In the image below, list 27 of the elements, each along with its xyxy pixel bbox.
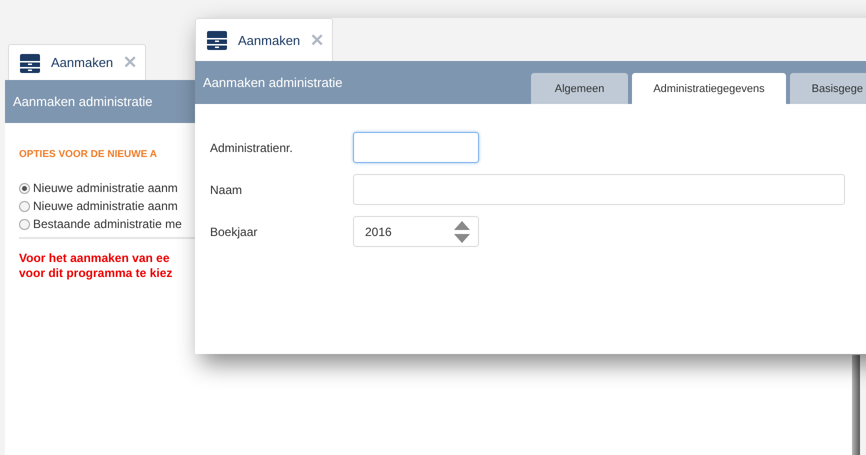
tab[interactable]: Administratiegegevens [632, 73, 786, 104]
tab[interactable]: Algemeen [530, 73, 628, 104]
cabinet-icon [206, 29, 228, 51]
document-tab[interactable]: Aanmaken ✕ [195, 18, 334, 61]
text-field[interactable] [353, 132, 479, 163]
tab-label: Aanmaken [51, 55, 114, 70]
field-label: Naam [210, 182, 244, 196]
section-heading: OPTIES VOOR DE NIEUWE A [19, 149, 158, 160]
tab-label: Aanmaken [238, 32, 300, 48]
cabinet-icon [19, 52, 41, 74]
document-tab[interactable]: Aanmaken ✕ [8, 44, 146, 80]
radio-button[interactable] [19, 218, 30, 230]
window-title: Aanmaken administratie [13, 94, 152, 109]
warning-text: Voor het aanmaken van ee voor dit programma te kiez [19, 251, 174, 281]
radio-button[interactable] [19, 182, 30, 194]
year-spinner[interactable]: 2016 [353, 216, 479, 247]
option-label: Bestaande administratie me [33, 217, 182, 231]
field-label: Administratienr. [210, 140, 294, 154]
window-title: Aanmaken administratie [203, 75, 342, 90]
option-label: Nieuwe administratie aanm [33, 199, 178, 213]
field-label: Boekjaar [210, 224, 258, 238]
spinner-value: 2016 [365, 224, 392, 238]
radio-button[interactable] [19, 200, 30, 212]
tab[interactable]: Basisgege [790, 73, 866, 104]
option-label: Nieuwe administratie aanm [33, 181, 178, 195]
text-field[interactable] [353, 174, 845, 205]
spinner-arrows-icon[interactable] [454, 220, 470, 242]
